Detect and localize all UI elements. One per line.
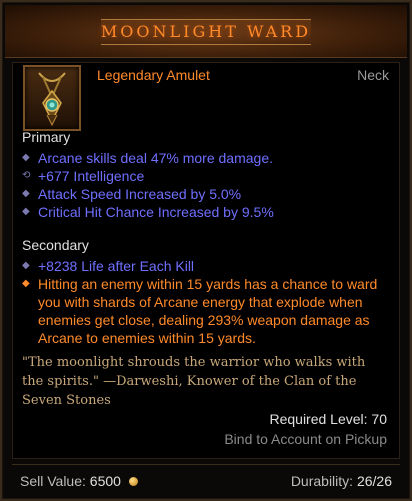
tooltip-footer: Sell Value: 6500 Durability: 26/26 bbox=[12, 464, 400, 491]
affix-text: +677 Intelligence bbox=[38, 168, 145, 184]
sell-value-amount: 6500 bbox=[89, 473, 121, 489]
affix-bullet-icon: ◆ bbox=[22, 152, 30, 163]
legendary-power: ◆ Hitting an enemy within 15 yards has a… bbox=[22, 275, 387, 347]
affix-text: +8238 Life after Each Kill bbox=[38, 258, 195, 274]
amulet-icon bbox=[38, 72, 66, 127]
legendary-power-text: Hitting an enemy within 15 yards has a c… bbox=[38, 276, 378, 346]
durability-value: 26/26 bbox=[356, 473, 392, 489]
secondary-affix: ◆ +8238 Life after Each Kill bbox=[22, 257, 387, 275]
primary-affix: ⟲ +677 Intelligence bbox=[22, 167, 387, 185]
affix-text: Critical Hit Chance Increased by 9.5% bbox=[38, 204, 274, 220]
durability: Durability: 26/26 bbox=[291, 473, 392, 489]
socket-reroll-icon: ⟲ bbox=[22, 170, 31, 181]
affix-text: Arcane skills deal 47% more damage. bbox=[38, 150, 274, 166]
primary-title: Primary bbox=[22, 129, 71, 145]
legendary-bullet-icon: ◆ bbox=[22, 278, 30, 289]
item-icon-frame bbox=[23, 65, 81, 131]
bind-status: Bind to Account on Pickup bbox=[224, 431, 387, 447]
primary-affix: ◆ Attack Speed Increased by 5.0% bbox=[22, 185, 387, 203]
affix-bullet-icon: ◆ bbox=[22, 188, 30, 199]
sell-value: Sell Value: 6500 bbox=[20, 473, 138, 489]
required-level: Required Level: 70 bbox=[269, 411, 387, 427]
affix-bullet-icon: ◆ bbox=[22, 260, 30, 271]
flavor-text: "The moonlight shrouds the warrior who w… bbox=[22, 355, 366, 408]
secondary-title: Secondary bbox=[22, 237, 89, 253]
affix-bullet-icon: ◆ bbox=[22, 206, 30, 217]
tooltip-body: Legendary Amulet Neck Primary ◆ Arcane s… bbox=[12, 62, 400, 459]
item-slot: Neck bbox=[357, 67, 389, 83]
durability-label: Durability: bbox=[290, 473, 354, 489]
primary-affix: ◆ Critical Hit Chance Increased by 9.5% bbox=[22, 203, 387, 221]
tooltip-header: MOONLIGHT WARD bbox=[5, 5, 407, 58]
primary-affix: ◆ Arcane skills deal 47% more damage. bbox=[22, 149, 387, 167]
gold-coin-icon bbox=[128, 477, 138, 486]
affix-text: Attack Speed Increased by 5.0% bbox=[38, 186, 242, 202]
item-tooltip: MOONLIGHT WARD Legendary Amulet Neck Pri… bbox=[0, 0, 412, 501]
sell-value-label: Sell Value: bbox=[20, 473, 86, 489]
item-type: Legendary Amulet bbox=[97, 67, 210, 83]
item-name: MOONLIGHT WARD bbox=[100, 22, 312, 41]
